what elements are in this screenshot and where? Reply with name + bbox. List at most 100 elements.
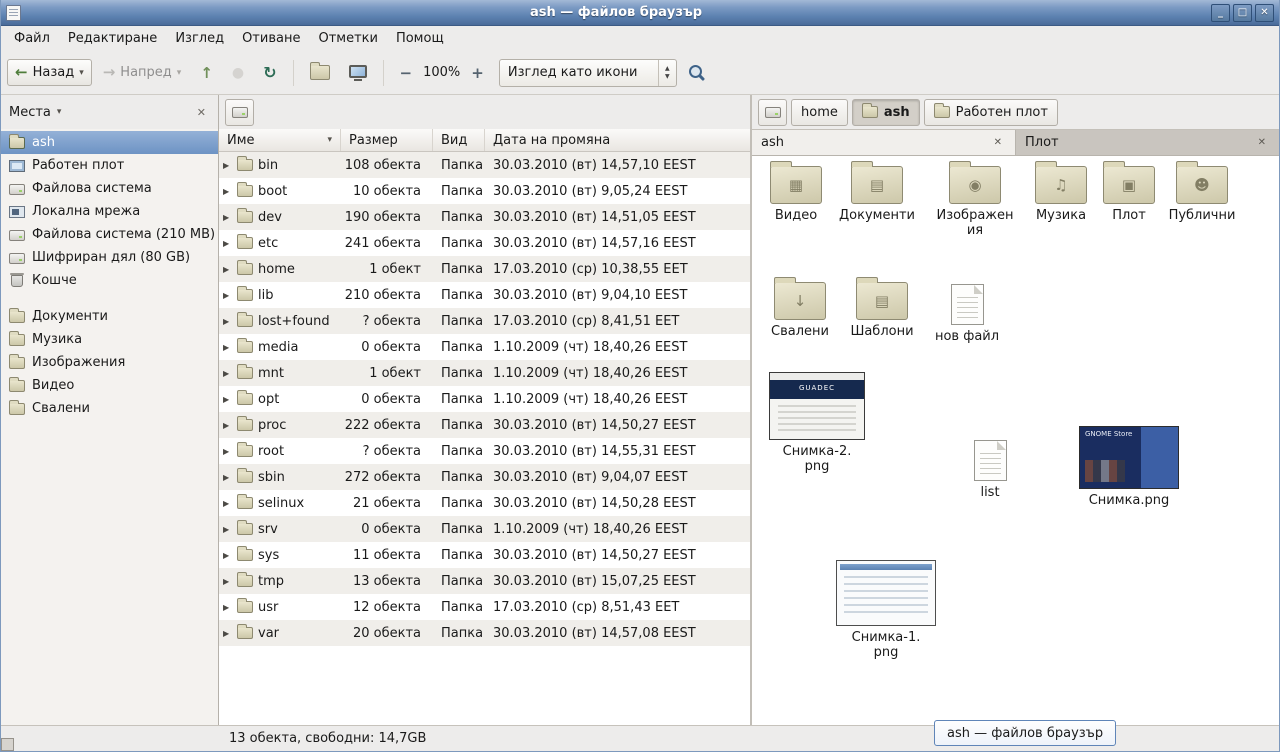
view-mode-spinner-icon[interactable]: ▲ ▼ xyxy=(658,60,676,86)
path-button-desktop[interactable]: Работен плот xyxy=(924,99,1058,126)
tree-row[interactable]: ▶ srv 0 обекта Папка 1.10.2009 (чт) 18,4… xyxy=(219,516,750,542)
tree-row[interactable]: ▶ tmp 13 обекта Папка 30.03.2010 (вт) 15… xyxy=(219,568,750,594)
file-icon-item[interactable]: ▤ Шаблони xyxy=(840,282,924,340)
taskbar-window-button[interactable]: ash — файлов браузър xyxy=(934,720,1116,746)
menu-item[interactable]: Отиване xyxy=(233,26,309,51)
expander-icon[interactable]: ▶ xyxy=(223,603,232,612)
expander-icon[interactable]: ▶ xyxy=(223,291,232,300)
tree-row[interactable]: ▶ bin 108 обекта Папка 30.03.2010 (вт) 1… xyxy=(219,152,750,178)
menu-item[interactable]: Изглед xyxy=(166,26,233,51)
zoom-out-button[interactable]: − xyxy=(392,58,421,88)
zoom-in-button[interactable]: + xyxy=(463,58,492,88)
tree-row[interactable]: ▶ media 0 обекта Папка 1.10.2009 (чт) 18… xyxy=(219,334,750,360)
places-item[interactable]: Музика xyxy=(1,328,218,351)
tree-row[interactable]: ▶ home 1 обект Папка 17.03.2010 (ср) 10,… xyxy=(219,256,750,282)
places-item[interactable]: Кошче xyxy=(1,269,218,292)
tree-row[interactable]: ▶ boot 10 обекта Папка 30.03.2010 (вт) 9… xyxy=(219,178,750,204)
expander-icon[interactable]: ▶ xyxy=(223,473,232,482)
expander-icon[interactable]: ▶ xyxy=(223,421,232,430)
minimize-button[interactable]: _ xyxy=(1211,4,1230,22)
filesystem-root-path-button[interactable] xyxy=(225,99,254,126)
tree-row[interactable]: ▶ dev 190 обекта Папка 30.03.2010 (вт) 1… xyxy=(219,204,750,230)
menu-item[interactable]: Файл xyxy=(5,26,59,51)
tree-row[interactable]: ▶ sys 11 обекта Папка 30.03.2010 (вт) 14… xyxy=(219,542,750,568)
tree-row[interactable]: ▶ lib 210 обекта Папка 30.03.2010 (вт) 9… xyxy=(219,282,750,308)
places-item[interactable]: Работен плот xyxy=(1,154,218,177)
home-folder-button[interactable] xyxy=(302,59,338,86)
tab-desktop[interactable]: Плот ✕ xyxy=(1016,130,1279,155)
places-item[interactable]: Локална мрежа xyxy=(1,200,218,223)
tree-row[interactable]: ▶ mnt 1 обект Папка 1.10.2009 (чт) 18,40… xyxy=(219,360,750,386)
expander-icon[interactable]: ▶ xyxy=(223,525,232,534)
expander-icon[interactable]: ▶ xyxy=(223,187,232,196)
search-button[interactable] xyxy=(680,58,713,87)
expander-icon[interactable]: ▶ xyxy=(223,369,232,378)
maximize-button[interactable]: □ xyxy=(1233,4,1252,22)
places-item[interactable]: Документи xyxy=(1,305,218,328)
filesystem-root-path-button[interactable] xyxy=(758,99,787,126)
expander-icon[interactable]: ▶ xyxy=(223,213,232,222)
tree-row[interactable]: ▶ etc 241 обекта Папка 30.03.2010 (вт) 1… xyxy=(219,230,750,256)
file-icon-item[interactable]: ▤ Документи xyxy=(835,166,919,224)
file-icon-item[interactable]: ▦ Видео xyxy=(754,166,838,224)
expander-icon[interactable]: ▶ xyxy=(223,551,232,560)
forward-button[interactable]: → Напред ▾ xyxy=(95,59,190,86)
menu-item[interactable]: Редактиране xyxy=(59,26,166,51)
expander-icon[interactable]: ▶ xyxy=(223,577,232,586)
expander-icon[interactable]: ▶ xyxy=(223,239,232,248)
file-icon-item[interactable]: list xyxy=(948,440,1032,501)
places-item[interactable]: Видео xyxy=(1,374,218,397)
places-item[interactable]: Файлова система xyxy=(1,177,218,200)
path-button-current[interactable]: ash xyxy=(852,99,920,126)
computer-button[interactable] xyxy=(341,59,375,87)
tree-row[interactable]: ▶ lost+found ? обекта Папка 17.03.2010 (… xyxy=(219,308,750,334)
titlebar[interactable]: ash — файлов браузър _ □ ✕ xyxy=(1,0,1279,26)
back-button[interactable]: ← Назад ▾ xyxy=(7,59,92,86)
places-item[interactable]: ash xyxy=(1,131,218,154)
icon-view[interactable]: ▦ Видео ▤ Документи xyxy=(752,156,1279,725)
file-icon-item[interactable]: ↓ Свалени xyxy=(758,282,842,340)
stop-button[interactable]: ● xyxy=(224,59,252,87)
up-button[interactable]: ↑ xyxy=(192,58,221,88)
tree-row[interactable]: ▶ sbin 272 обекта Папка 30.03.2010 (вт) … xyxy=(219,464,750,490)
tree-row[interactable]: ▶ selinux 21 обекта Папка 30.03.2010 (вт… xyxy=(219,490,750,516)
places-item[interactable]: Файлова система (210 MB) xyxy=(1,223,218,246)
expander-icon[interactable]: ▶ xyxy=(223,447,232,456)
close-button[interactable]: ✕ xyxy=(1255,4,1274,22)
reload-button[interactable]: ↻ xyxy=(255,57,284,88)
back-dropdown-icon[interactable]: ▾ xyxy=(79,68,84,78)
column-header-name[interactable]: Име ▾ xyxy=(219,129,341,151)
expander-icon[interactable]: ▶ xyxy=(223,317,232,326)
file-icon-item[interactable]: GNOME Store Снимка.png xyxy=(1074,426,1184,509)
file-icon-item[interactable]: GUADEC Снимка-2. png xyxy=(767,372,867,475)
file-icon-item[interactable]: Снимка-1. png xyxy=(834,560,938,661)
tree-row[interactable]: ▶ var 20 обекта Папка 30.03.2010 (вт) 14… xyxy=(219,620,750,646)
column-header-date[interactable]: Дата на промяна xyxy=(485,129,750,151)
tab-ash[interactable]: ash ✕ xyxy=(752,130,1016,155)
tree-row[interactable]: ▶ root ? обекта Папка 30.03.2010 (вт) 14… xyxy=(219,438,750,464)
expander-icon[interactable]: ▶ xyxy=(223,161,232,170)
file-icon-item[interactable]: ▣ Плот xyxy=(1087,166,1171,224)
tab-close-icon[interactable]: ✕ xyxy=(990,136,1006,149)
places-item[interactable]: Свалени xyxy=(1,397,218,420)
expander-icon[interactable]: ▶ xyxy=(223,499,232,508)
view-mode-select[interactable]: Изглед като икони ▲ ▼ xyxy=(499,59,677,87)
file-icon-item[interactable]: ◉ Изображен ия xyxy=(933,166,1017,239)
menu-item[interactable]: Отметки xyxy=(309,26,386,51)
tree-row[interactable]: ▶ usr 12 обекта Папка 17.03.2010 (ср) 8,… xyxy=(219,594,750,620)
tree-row[interactable]: ▶ opt 0 обекта Папка 1.10.2009 (чт) 18,4… xyxy=(219,386,750,412)
expander-icon[interactable]: ▶ xyxy=(223,395,232,404)
tab-close-icon[interactable]: ✕ xyxy=(1254,136,1270,149)
resize-grip[interactable] xyxy=(1,738,14,751)
column-header-type[interactable]: Вид xyxy=(433,129,485,151)
tree-row[interactable]: ▶ proc 222 обекта Папка 30.03.2010 (вт) … xyxy=(219,412,750,438)
file-icon-item[interactable]: нов файл xyxy=(925,284,1009,345)
menu-item[interactable]: Помощ xyxy=(387,26,453,51)
expander-icon[interactable]: ▶ xyxy=(223,343,232,352)
sidebar-title-select[interactable]: Места ▾ xyxy=(9,105,193,120)
path-button-home[interactable]: home xyxy=(791,99,848,126)
places-item[interactable]: Изображения xyxy=(1,351,218,374)
expander-icon[interactable]: ▶ xyxy=(223,629,232,638)
column-header-size[interactable]: Размер xyxy=(341,129,433,151)
expander-icon[interactable]: ▶ xyxy=(223,265,232,274)
